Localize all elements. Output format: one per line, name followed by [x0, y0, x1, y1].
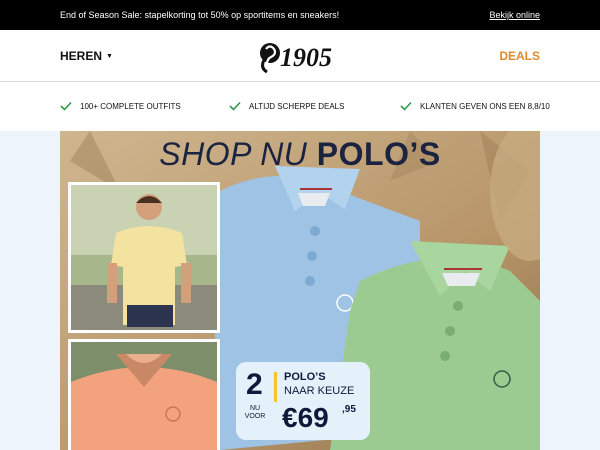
- headline-bold: POLO’S: [316, 136, 441, 172]
- badge-quantity-label: NU VOOR: [244, 405, 266, 420]
- hero-banner[interactable]: SHOP NU POLO’S 2 NU VOOR POLO’S NAAR KEU…: [60, 131, 540, 450]
- badge-product: POLO’S: [284, 371, 326, 383]
- caret-down-icon: ▼: [106, 53, 113, 60]
- usp-label: KLANTEN GEVEN ONS EEN 8,8/10: [420, 101, 550, 111]
- view-online-link[interactable]: Bekijk online: [489, 10, 540, 20]
- logo-text: 1905: [280, 43, 332, 72]
- detail-photo: [68, 339, 220, 450]
- heren-menu-label: HEREN: [60, 49, 103, 63]
- heren-menu-button[interactable]: HEREN ▼: [60, 49, 113, 63]
- brand-logo[interactable]: 1905: [258, 40, 344, 74]
- badge-choice: NAAR KEUZE: [284, 385, 355, 397]
- usp-item: 100+ COMPLETE OUTFITS: [60, 101, 181, 111]
- usp-item: ALTIJD SCHERPE DEALS: [229, 101, 344, 111]
- price-badge[interactable]: 2 NU VOOR POLO’S NAAR KEUZE €69 ,95: [236, 362, 370, 440]
- deals-link[interactable]: DEALS: [499, 49, 540, 63]
- hero-headline: SHOP NU POLO’S: [60, 136, 540, 173]
- usp-label: 100+ COMPLETE OUTFITS: [80, 101, 181, 111]
- detail-image: [71, 342, 217, 450]
- model-image: [71, 185, 217, 330]
- usp-label: ALTIJD SCHERPE DEALS: [249, 101, 345, 111]
- header: HEREN ▼ 1905 DEALS: [0, 30, 600, 82]
- headline-light: SHOP NU: [159, 136, 308, 172]
- check-icon: [229, 101, 241, 111]
- badge-quantity: 2: [246, 368, 263, 401]
- badge-divider: [274, 372, 277, 402]
- email-page: End of Season Sale: stapelkorting tot 50…: [0, 0, 600, 450]
- usp-item: KLANTEN GEVEN ONS EEN 8,8/10: [400, 101, 550, 111]
- promo-bar: End of Season Sale: stapelkorting tot 50…: [0, 0, 600, 30]
- model-photo: [68, 182, 220, 333]
- check-icon: [400, 101, 412, 111]
- promo-text: End of Season Sale: stapelkorting tot 50…: [60, 10, 340, 20]
- usp-bar: 100+ COMPLETE OUTFITS ALTIJD SCHERPE DEA…: [0, 83, 600, 131]
- badge-price: €69: [282, 402, 329, 433]
- badge-cents: ,95: [342, 404, 356, 415]
- check-icon: [60, 101, 72, 111]
